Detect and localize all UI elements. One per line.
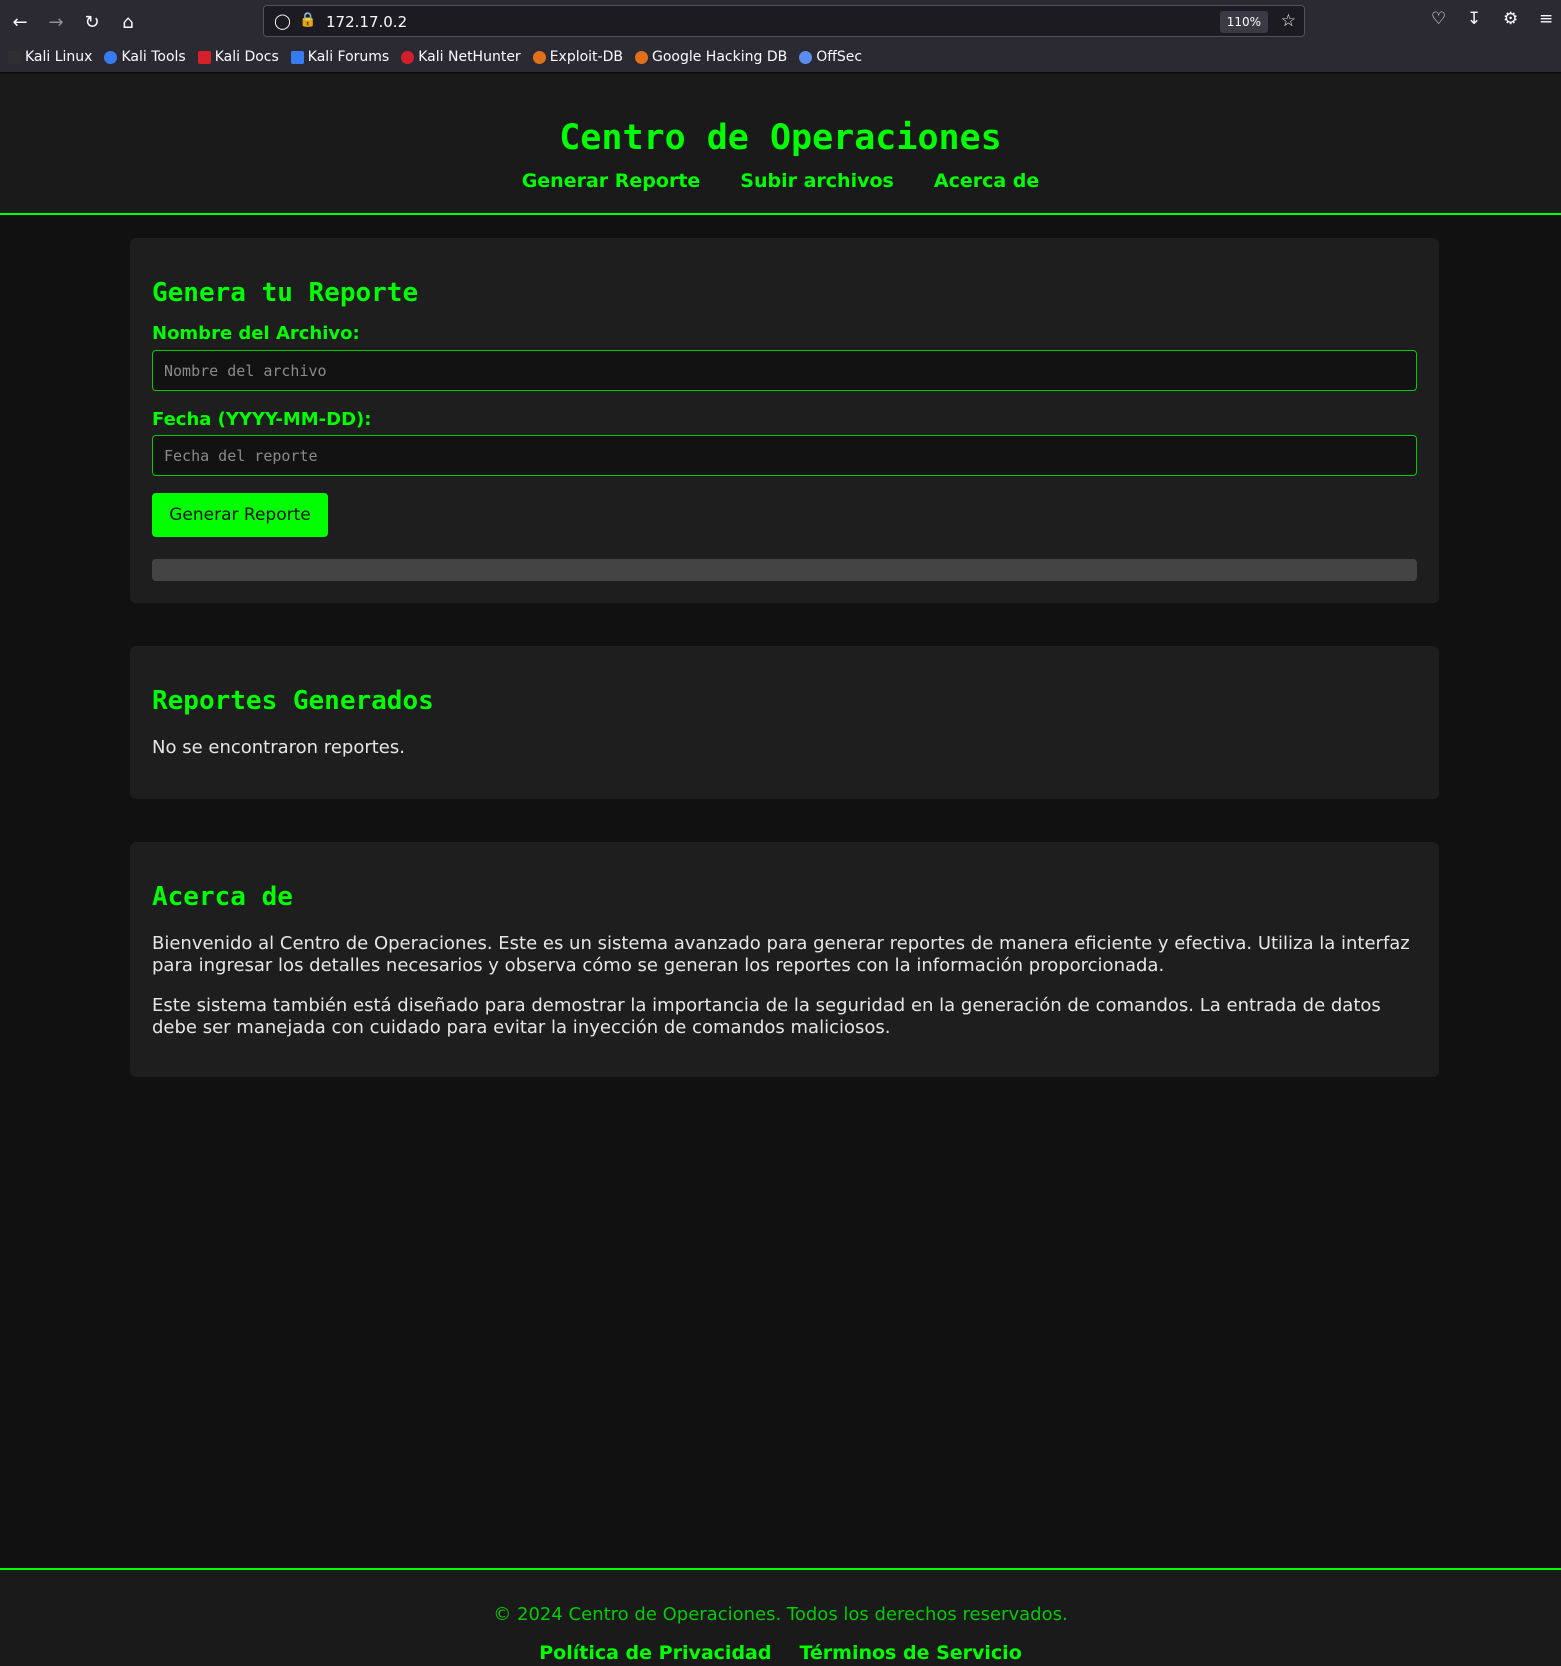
forward-icon[interactable]: → xyxy=(42,8,70,36)
shield-icon[interactable]: ◯ xyxy=(274,12,291,30)
nethunter-icon xyxy=(401,50,415,64)
nav-acerca-de[interactable]: Acerca de xyxy=(934,170,1039,192)
footer-links: Política de Privacidad Términos de Servi… xyxy=(0,1642,1561,1664)
kali-dragon-icon xyxy=(8,50,21,64)
ghdb-icon xyxy=(634,50,648,64)
copyright-text: © 2024 Centro de Operaciones. Todos los … xyxy=(493,1604,1068,1625)
about-paragraph-1: Bienvenido al Centro de Operaciones. Est… xyxy=(152,933,1410,976)
kali-tools-icon xyxy=(104,50,118,64)
kali-forums-icon xyxy=(290,50,304,64)
exploit-db-icon xyxy=(532,50,546,64)
no-reports-text: No se encontraron reportes. xyxy=(152,737,405,758)
bookmark-kali-tools[interactable]: Kali Tools xyxy=(104,49,186,65)
bookmark-kali-docs[interactable]: Kali Docs xyxy=(197,49,279,65)
date-input[interactable] xyxy=(152,435,1417,476)
back-icon[interactable]: ← xyxy=(6,8,34,36)
extensions-icon[interactable]: ⚙ xyxy=(1503,9,1518,29)
report-form-card: Genera tu Reporte Nombre del Archivo: Fe… xyxy=(130,238,1439,603)
bookmark-kali-linux[interactable]: Kali Linux xyxy=(8,49,92,65)
date-label: Fecha (YYYY-MM-DD): xyxy=(152,409,372,430)
nav-subir-archivos[interactable]: Subir archivos xyxy=(740,170,894,192)
reports-heading: Reportes Generados xyxy=(152,686,434,716)
main-nav: Generar Reporte Subir archivos Acerca de xyxy=(0,170,1561,192)
address-bar[interactable]: ◯ 🔒 172.17.0.2 110% ☆ xyxy=(263,5,1305,37)
about-card: Acerca de Bienvenido al Centro de Operac… xyxy=(130,842,1439,1077)
home-icon[interactable]: ⌂ xyxy=(114,8,142,36)
download-icon[interactable]: ↧ xyxy=(1467,9,1481,29)
bookmark-offsec[interactable]: OffSec xyxy=(799,49,862,65)
bookmarks-bar: Kali Linux Kali Tools Kali Docs Kali For… xyxy=(8,47,862,67)
generate-report-button[interactable]: Generar Reporte xyxy=(152,493,328,537)
bookmark-google-hacking-db[interactable]: Google Hacking DB xyxy=(634,49,787,65)
reports-card: Reportes Generados No se encontraron rep… xyxy=(130,646,1439,799)
filename-input[interactable] xyxy=(152,350,1417,391)
lock-icon[interactable]: 🔒 xyxy=(299,12,316,28)
kali-docs-icon xyxy=(197,50,211,64)
report-form-heading: Genera tu Reporte xyxy=(152,278,419,308)
menu-icon[interactable]: ≡ xyxy=(1539,9,1553,29)
bookmark-star-icon[interactable]: ☆ xyxy=(1281,11,1296,31)
url-text[interactable]: 172.17.0.2 xyxy=(326,13,407,31)
site-footer: © 2024 Centro de Operaciones. Todos los … xyxy=(0,1568,1561,1666)
reload-icon[interactable]: ↻ xyxy=(78,8,106,36)
site-title: Centro de Operaciones xyxy=(559,118,1002,158)
site-header: Centro de Operaciones Generar Reporte Su… xyxy=(0,74,1561,215)
privacy-policy-link[interactable]: Política de Privacidad xyxy=(539,1642,771,1664)
about-heading: Acerca de xyxy=(152,882,293,912)
filename-label: Nombre del Archivo: xyxy=(152,323,360,344)
bookmark-exploit-db[interactable]: Exploit-DB xyxy=(532,49,623,65)
browser-toolbar: ← → ↻ ⌂ ◯ 🔒 172.17.0.2 110% ☆ ♡ ↧ ⚙ ≡ Ka… xyxy=(0,0,1561,73)
pocket-icon[interactable]: ♡ xyxy=(1431,9,1446,29)
terms-of-service-link[interactable]: Términos de Servicio xyxy=(799,1642,1021,1664)
bookmark-kali-nethunter[interactable]: Kali NetHunter xyxy=(401,49,521,65)
page-content: Centro de Operaciones Generar Reporte Su… xyxy=(0,74,1561,1666)
bookmark-kali-forums[interactable]: Kali Forums xyxy=(290,49,389,65)
progress-bar xyxy=(152,559,1417,581)
offsec-icon xyxy=(799,50,813,64)
nav-generar-reporte[interactable]: Generar Reporte xyxy=(522,170,701,192)
zoom-level-badge[interactable]: 110% xyxy=(1219,11,1268,33)
about-paragraph-2: Este sistema también está diseñado para … xyxy=(152,995,1381,1038)
